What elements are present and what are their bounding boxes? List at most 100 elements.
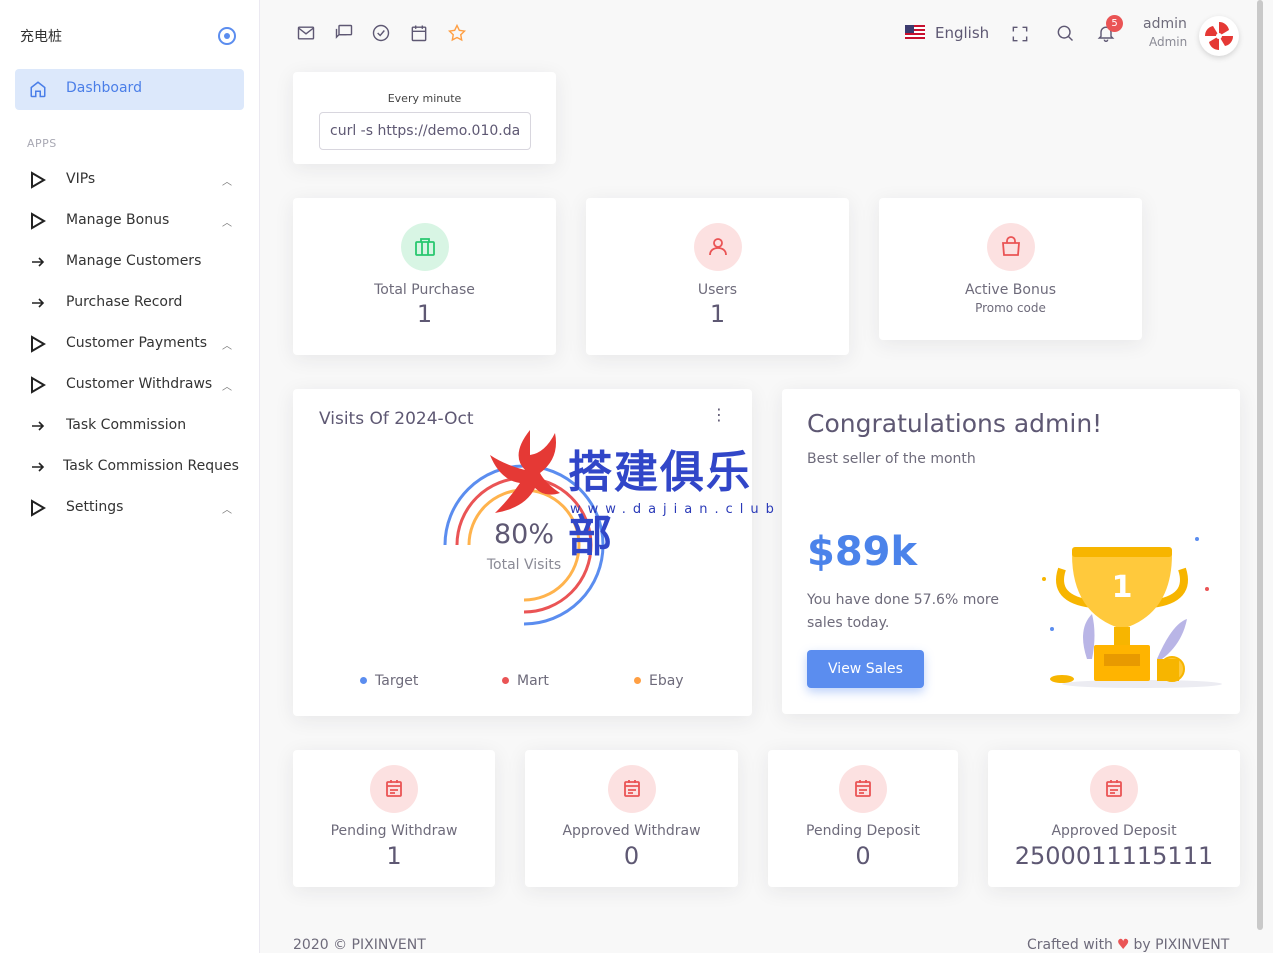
legend-item-ebay: Ebay: [634, 673, 684, 689]
sidebar-item-task-commission[interactable]: Task Commission: [15, 407, 244, 445]
stat-value: 1: [416, 300, 433, 328]
stat-icon-circle: [400, 223, 449, 271]
sidebar-item-task-commission-requests[interactable]: Task Commission Reques: [15, 448, 244, 486]
arrow-right-icon: [32, 298, 45, 308]
play-icon: [31, 335, 46, 353]
watermark-logo-icon: [490, 430, 560, 513]
sidebar-item-customer-withdraws[interactable]: Customer Withdraws ︿: [15, 366, 244, 404]
legend-dot: [634, 677, 641, 684]
chevron-up-icon: ︿: [222, 505, 232, 516]
sidebar-item-label: Customer Payments: [66, 335, 208, 351]
stat-card-active-bonus: Active Bonus Promo code: [879, 198, 1142, 340]
chevron-up-icon: ︿: [222, 218, 232, 229]
stat-sub-label: Promo code: [975, 301, 1046, 315]
sidebar-item-vips[interactable]: VIPs ︿: [15, 161, 244, 199]
legend-label: Ebay: [649, 673, 684, 689]
sidebar-item-label: Task Commission Reques: [63, 458, 239, 474]
legend-dot: [360, 677, 367, 684]
sidebar-item-purchase-record[interactable]: Purchase Record: [15, 284, 244, 322]
user-role: Admin: [1149, 35, 1188, 49]
sidebar-item-label: Manage Bonus: [66, 212, 170, 228]
play-icon: [31, 171, 46, 189]
footer-crafted: Crafted with: [1027, 937, 1113, 953]
play-icon: [31, 499, 46, 517]
home-icon: [30, 81, 46, 98]
mail-icon[interactable]: [295, 23, 317, 43]
calendar-icon: [386, 780, 402, 797]
more-vertical-icon[interactable]: ⋮: [711, 407, 727, 423]
briefcase-icon: [414, 238, 435, 256]
sidebar-item-dashboard[interactable]: Dashboard: [15, 69, 244, 110]
sidebar-toggle-icon[interactable]: [218, 27, 236, 45]
sidebar-item-manage-customers[interactable]: Manage Customers: [15, 243, 244, 281]
calendar-icon: [855, 780, 871, 797]
trophy-illustration-icon: 1: [1042, 537, 1222, 688]
language-label: English: [935, 24, 990, 42]
congrats-subtitle: Best seller of the month: [807, 451, 976, 467]
stat-label: Pending Withdraw: [330, 823, 458, 839]
stat-icon-circle: [986, 223, 1035, 271]
footer-copyright: 2020 © PIXINVENT: [293, 937, 426, 953]
shopping-bag-icon: [1001, 236, 1020, 256]
chat-icon[interactable]: [333, 23, 355, 43]
page-scrollbar[interactable]: [1257, 0, 1263, 930]
sidebar-item-label: Settings: [66, 499, 124, 515]
play-icon: [31, 376, 46, 394]
stat-icon-circle: [839, 765, 887, 813]
language-selector[interactable]: English: [905, 24, 989, 42]
nav-section-label: APPS: [27, 137, 57, 150]
stat-value: 0: [623, 842, 640, 870]
search-icon[interactable]: [1054, 23, 1076, 43]
calendar-icon[interactable]: [408, 23, 430, 43]
chevron-up-icon: ︿: [222, 177, 232, 188]
watermark-text: 搭建俱乐部: [568, 447, 752, 562]
stat-label: Total Purchase: [374, 282, 475, 298]
cron-command-input[interactable]: [319, 112, 531, 150]
sidebar: 充电桩 Dashboard APPS VIPs ︿ Manage Bonus ︿…: [0, 0, 260, 953]
sidebar-item-label: Customer Withdraws: [66, 376, 213, 392]
sales-amount: $89k: [807, 529, 918, 575]
legend-item-target: Target: [360, 673, 418, 689]
sidebar-item-customer-payments[interactable]: Customer Payments ︿: [15, 325, 244, 363]
arrow-right-icon: [32, 421, 45, 431]
stat-card-approved-withdraw: Approved Withdraw 0: [525, 750, 738, 887]
sidebar-item-label: Dashboard: [66, 80, 142, 96]
user-name[interactable]: admin: [1143, 16, 1187, 32]
view-sales-button[interactable]: View Sales: [807, 650, 924, 688]
pinwheel-logo-icon: [1204, 21, 1234, 51]
congratulations-card: Congratulations admin! Best seller of th…: [782, 389, 1240, 714]
us-flag-icon: [905, 25, 925, 39]
stat-label: Active Bonus: [965, 282, 1056, 298]
brand-title[interactable]: 充电桩: [20, 26, 62, 46]
stat-value: 0: [855, 842, 871, 870]
stat-card-pending-withdraw: Pending Withdraw 1: [293, 750, 495, 887]
stat-icon-circle: [607, 765, 656, 813]
footer-by[interactable]: by PIXINVENT: [1134, 937, 1230, 953]
svg-text:1: 1: [1112, 570, 1133, 605]
chevron-up-icon: ︿: [222, 382, 232, 393]
sidebar-item-label: VIPs: [66, 171, 96, 187]
stat-label: Users: [697, 282, 738, 298]
stat-label: Pending Deposit: [806, 823, 920, 839]
star-icon[interactable]: [446, 23, 468, 43]
avatar[interactable]: [1199, 16, 1239, 56]
sales-description: You have done 57.6% more sales today.: [807, 592, 999, 631]
stat-value: 1: [709, 300, 726, 328]
visits-title: Visits Of 2024-Oct: [319, 409, 474, 429]
stat-card-total-purchase: Total Purchase 1: [293, 198, 556, 355]
stat-value: 2500011115111: [1014, 842, 1214, 870]
sidebar-item-settings[interactable]: Settings ︿: [15, 489, 244, 527]
sidebar-item-label: Purchase Record: [66, 294, 183, 310]
stat-label: Approved Withdraw: [562, 823, 701, 839]
calendar-icon: [1106, 780, 1122, 797]
cron-label: Every minute: [387, 92, 462, 105]
legend-item-mart: Mart: [502, 673, 549, 689]
check-circle-icon[interactable]: [370, 23, 392, 43]
fullscreen-icon[interactable]: [1009, 24, 1031, 44]
stat-icon-circle: [370, 765, 418, 813]
calendar-icon: [623, 780, 640, 797]
watermark-url: www.dajian.club: [570, 502, 781, 517]
sidebar-item-manage-bonus[interactable]: Manage Bonus ︿: [15, 202, 244, 240]
legend-dot: [502, 677, 509, 684]
sidebar-item-label: Manage Customers: [66, 253, 202, 269]
